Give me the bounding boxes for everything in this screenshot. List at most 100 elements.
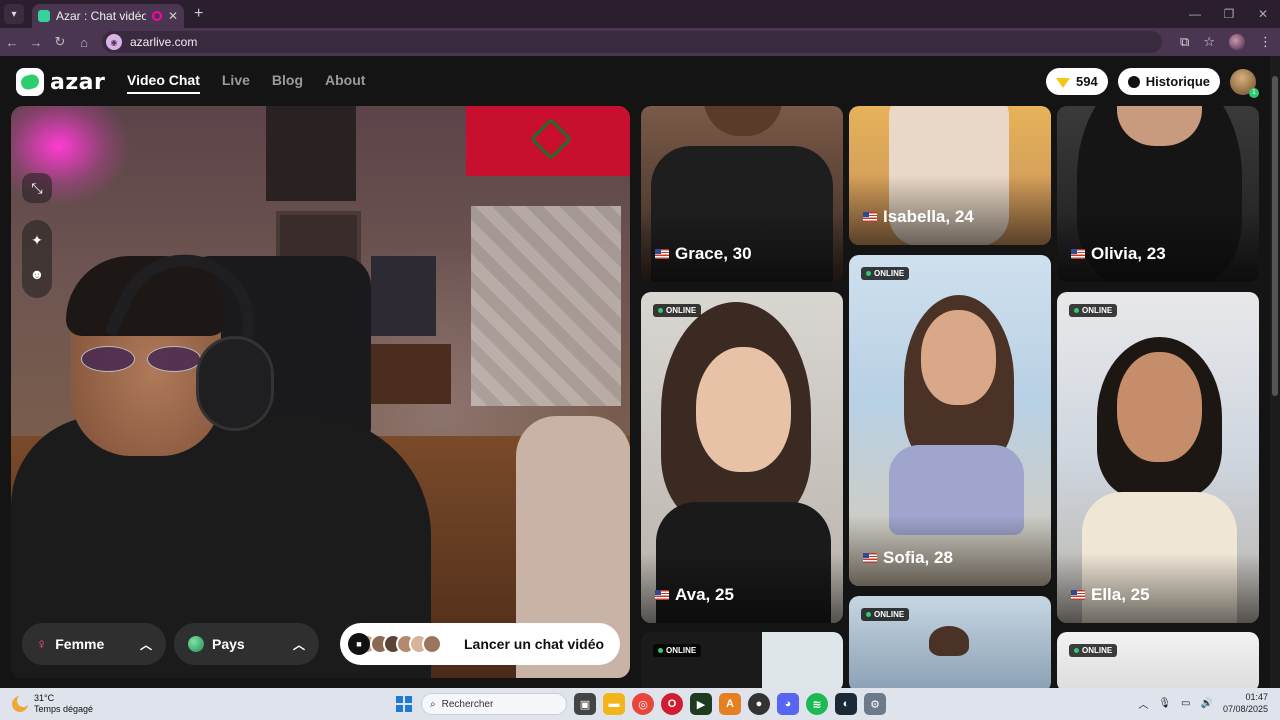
url-text: azarlive.com (130, 35, 198, 49)
azar-logo-icon (16, 68, 44, 96)
nav-video-chat[interactable]: Video Chat (127, 72, 200, 94)
maximize-icon[interactable]: ❐ (1212, 0, 1246, 28)
launch-video-chat-button[interactable]: ■ Lancer un chat vidéo (340, 623, 620, 665)
history-label: Historique (1145, 74, 1210, 89)
gender-label: Femme (55, 636, 105, 652)
us-flag-icon (863, 553, 877, 563)
browser-toolbar: ← → ↻ ⌂ ◉ azarlive.com ⧉ ☆ ⋮ (0, 28, 1280, 56)
profile-card-isabella[interactable]: Isabella, 24 (849, 106, 1051, 245)
spotify-icon[interactable]: ≋ (806, 693, 828, 715)
temperature: 31°C (34, 693, 55, 703)
site-header: azar Video Chat Live Blog About 594 Hist… (0, 56, 1270, 106)
minimize-icon[interactable]: — (1178, 0, 1212, 28)
online-badge: ONLINE (1069, 304, 1118, 317)
main-nav: Video Chat Live Blog About (127, 72, 365, 94)
nav-live[interactable]: Live (222, 72, 250, 94)
system-clock[interactable]: 01:47 07/08/2025 (1223, 691, 1268, 715)
country-filter-button[interactable]: Pays ︿ (174, 623, 319, 665)
user-avatar[interactable]: 1 (1230, 68, 1259, 98)
browser-profile-avatar[interactable] (1229, 34, 1245, 50)
face-mask-icon[interactable]: ☻ (22, 266, 52, 282)
gem-icon (1056, 77, 1070, 88)
reload-icon[interactable]: ↻ (48, 34, 72, 50)
online-dot-icon (1074, 648, 1079, 653)
clock-icon (1127, 75, 1140, 88)
online-dot-icon (1074, 308, 1079, 313)
new-tab-button[interactable]: + (194, 5, 203, 23)
windows-taskbar: 31°C Temps dégagé ⌕ Rechercher ▣ ▬ ◎ O ▶… (0, 688, 1280, 720)
close-tab-icon[interactable]: ✕ (168, 9, 178, 23)
home-icon[interactable]: ⌂ (72, 35, 96, 50)
browser-tab-bar: ▾ Azar : Chat vidéo avec de n ✕ + — ❐ ✕ (0, 0, 1280, 28)
us-flag-icon (863, 212, 877, 222)
online-badge: ONLINE (653, 304, 702, 317)
address-bar[interactable]: ◉ azarlive.com (102, 31, 1162, 53)
female-icon: ♀ (36, 635, 48, 653)
profile-card-partial[interactable]: ONLINE (641, 632, 843, 688)
chevron-up-icon: ︿ (292, 637, 305, 652)
tab-search-button[interactable]: ▾ (4, 4, 24, 24)
toolbar-actions: ⧉ ☆ ⋮ (1180, 28, 1272, 56)
logo-text: azar (50, 69, 106, 95)
online-badge: ONLINE (861, 608, 910, 621)
discord-icon[interactable]: ◕ (777, 693, 799, 715)
volume-icon[interactable]: 🔊 (1201, 698, 1213, 709)
profile-card-sofia[interactable]: ONLINE Sofia, 28 (849, 255, 1051, 586)
chrome-icon[interactable]: ◎ (632, 693, 654, 715)
azar-favicon (38, 10, 50, 22)
task-view-icon[interactable]: ▣ (574, 693, 596, 715)
app-a-icon[interactable]: A (719, 693, 741, 715)
weather-widget[interactable]: 31°C Temps dégagé (12, 693, 93, 715)
browser-tab-active[interactable]: Azar : Chat vidéo avec de n ✕ (32, 4, 184, 28)
profile-name: Ella, 25 (1071, 585, 1150, 605)
install-app-icon[interactable]: ⧉ (1180, 34, 1189, 50)
online-badge: ONLINE (653, 644, 702, 657)
gender-filter-button[interactable]: ♀ Femme ︿ (22, 623, 166, 665)
profile-name: Grace, 30 (655, 244, 752, 264)
terminal-app-icon[interactable]: ▶ (690, 693, 712, 715)
camera-icon: ■ (348, 633, 370, 655)
profile-card-olivia[interactable]: Olivia, 23 (1057, 106, 1259, 282)
clock-time: 01:47 (1245, 692, 1268, 702)
file-explorer-icon[interactable]: ▬ (603, 693, 625, 715)
nav-about[interactable]: About (325, 72, 365, 94)
nav-blog[interactable]: Blog (272, 72, 303, 94)
clock-date: 07/08/2025 (1222, 704, 1268, 714)
forward-icon[interactable]: → (24, 35, 48, 50)
steam-icon[interactable]: ◐ (835, 693, 857, 715)
site-info-icon[interactable]: ◉ (106, 34, 122, 50)
opera-icon[interactable]: O (661, 693, 683, 715)
minimize-video-icon[interactable]: ⤡ (22, 173, 52, 203)
profile-card-ava[interactable]: ONLINE Ava, 25 (641, 292, 843, 623)
globe-icon (188, 636, 204, 652)
app-circle-icon[interactable]: ● (748, 693, 770, 715)
search-placeholder: Rechercher (441, 698, 494, 710)
page-scrollbar[interactable] (1270, 56, 1280, 688)
network-icon[interactable]: ▭ (1181, 698, 1190, 709)
microphone-icon[interactable]: 🎙 (1158, 698, 1171, 709)
back-icon[interactable]: ← (0, 35, 24, 50)
taskbar-search[interactable]: ⌕ Rechercher (421, 693, 567, 715)
tab-title: Azar : Chat vidéo avec de n (56, 9, 146, 23)
avatar-badge: 1 (1249, 87, 1259, 98)
chevron-up-icon[interactable]: ︿ (1138, 696, 1148, 711)
sparkle-effects-icon[interactable]: ✦ (22, 232, 52, 249)
windows-start-icon[interactable] (396, 696, 412, 712)
history-button[interactable]: Historique (1117, 68, 1220, 95)
local-video-preview (11, 106, 630, 678)
browser-menu-icon[interactable]: ⋮ (1259, 34, 1272, 50)
avatar-stack (357, 634, 442, 654)
profile-card-grace[interactable]: Grace, 30 (641, 106, 843, 282)
us-flag-icon (1071, 590, 1085, 600)
profile-card-partial[interactable]: ONLINE (849, 596, 1051, 688)
profile-card-partial[interactable]: ONLINE (1057, 632, 1259, 688)
settings-gear-icon[interactable]: ⚙ (864, 693, 886, 715)
us-flag-icon (1071, 249, 1085, 259)
system-tray: ︿ 🎙 ▭ 🔊 01:47 07/08/2025 (1138, 691, 1268, 715)
bookmark-star-icon[interactable]: ☆ (1203, 34, 1215, 50)
profile-card-ella[interactable]: ONLINE Ella, 25 (1057, 292, 1259, 623)
gems-balance-button[interactable]: 594 (1046, 68, 1108, 95)
close-window-icon[interactable]: ✕ (1246, 0, 1280, 28)
azar-logo[interactable]: azar (16, 68, 105, 96)
weather-status: Temps dégagé (34, 704, 94, 714)
